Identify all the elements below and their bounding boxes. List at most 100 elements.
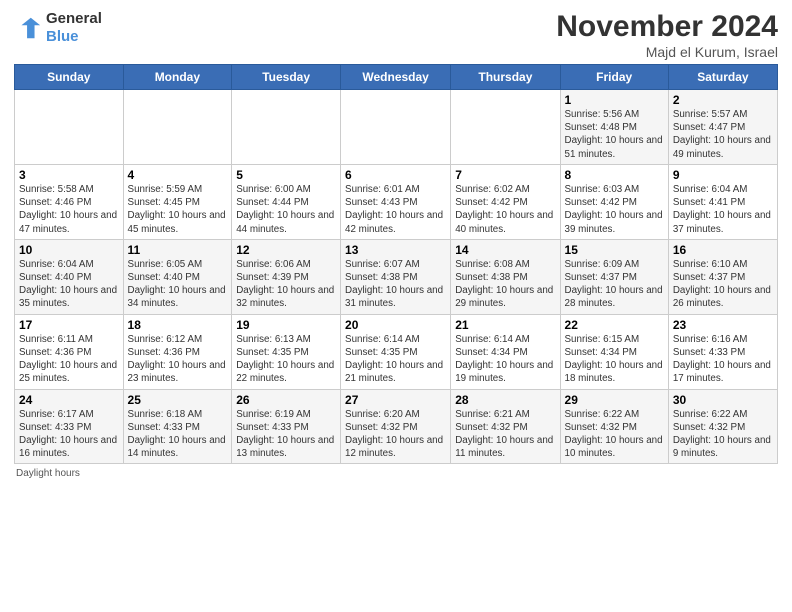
day-info: Sunrise: 6:14 AM Sunset: 4:35 PM Dayligh… bbox=[345, 333, 446, 386]
day-number: 18 bbox=[128, 318, 228, 332]
header-day-monday: Monday bbox=[123, 65, 232, 90]
header-day-friday: Friday bbox=[560, 65, 668, 90]
day-number: 4 bbox=[128, 168, 228, 182]
day-info: Sunrise: 6:22 AM Sunset: 4:32 PM Dayligh… bbox=[673, 408, 773, 461]
day-info: Sunrise: 6:18 AM Sunset: 4:33 PM Dayligh… bbox=[128, 408, 228, 461]
calendar-cell: 12Sunrise: 6:06 AM Sunset: 4:39 PM Dayli… bbox=[232, 239, 341, 314]
day-number: 9 bbox=[673, 168, 773, 182]
calendar-cell: 24Sunrise: 6:17 AM Sunset: 4:33 PM Dayli… bbox=[15, 389, 124, 464]
day-number: 24 bbox=[19, 393, 119, 407]
day-number: 10 bbox=[19, 243, 119, 257]
day-info: Sunrise: 5:58 AM Sunset: 4:46 PM Dayligh… bbox=[19, 183, 119, 236]
day-info: Sunrise: 6:14 AM Sunset: 4:34 PM Dayligh… bbox=[455, 333, 555, 386]
calendar-cell bbox=[15, 90, 124, 165]
calendar-cell bbox=[232, 90, 341, 165]
week-row-2: 3Sunrise: 5:58 AM Sunset: 4:46 PM Daylig… bbox=[15, 164, 778, 239]
day-info: Sunrise: 6:20 AM Sunset: 4:32 PM Dayligh… bbox=[345, 408, 446, 461]
week-row-1: 1Sunrise: 5:56 AM Sunset: 4:48 PM Daylig… bbox=[15, 90, 778, 165]
calendar-cell: 6Sunrise: 6:01 AM Sunset: 4:43 PM Daylig… bbox=[341, 164, 451, 239]
day-number: 13 bbox=[345, 243, 446, 257]
week-row-3: 10Sunrise: 6:04 AM Sunset: 4:40 PM Dayli… bbox=[15, 239, 778, 314]
day-info: Sunrise: 6:15 AM Sunset: 4:34 PM Dayligh… bbox=[565, 333, 664, 386]
day-number: 30 bbox=[673, 393, 773, 407]
day-number: 12 bbox=[236, 243, 336, 257]
day-number: 23 bbox=[673, 318, 773, 332]
calendar-cell: 23Sunrise: 6:16 AM Sunset: 4:33 PM Dayli… bbox=[668, 314, 777, 389]
day-info: Sunrise: 5:56 AM Sunset: 4:48 PM Dayligh… bbox=[565, 108, 664, 161]
week-row-4: 17Sunrise: 6:11 AM Sunset: 4:36 PM Dayli… bbox=[15, 314, 778, 389]
day-info: Sunrise: 6:16 AM Sunset: 4:33 PM Dayligh… bbox=[673, 333, 773, 386]
day-number: 17 bbox=[19, 318, 119, 332]
calendar-cell: 14Sunrise: 6:08 AM Sunset: 4:38 PM Dayli… bbox=[451, 239, 560, 314]
calendar-cell: 17Sunrise: 6:11 AM Sunset: 4:36 PM Dayli… bbox=[15, 314, 124, 389]
footer: Daylight hours bbox=[14, 468, 778, 479]
day-number: 2 bbox=[673, 93, 773, 107]
day-info: Sunrise: 6:12 AM Sunset: 4:36 PM Dayligh… bbox=[128, 333, 228, 386]
day-info: Sunrise: 6:06 AM Sunset: 4:39 PM Dayligh… bbox=[236, 258, 336, 311]
calendar-header: SundayMondayTuesdayWednesdayThursdayFrid… bbox=[15, 65, 778, 90]
day-number: 28 bbox=[455, 393, 555, 407]
month-title: November 2024 bbox=[556, 10, 778, 44]
day-number: 25 bbox=[128, 393, 228, 407]
day-number: 22 bbox=[565, 318, 664, 332]
calendar-cell: 30Sunrise: 6:22 AM Sunset: 4:32 PM Dayli… bbox=[668, 389, 777, 464]
calendar-cell: 21Sunrise: 6:14 AM Sunset: 4:34 PM Dayli… bbox=[451, 314, 560, 389]
day-number: 7 bbox=[455, 168, 555, 182]
day-number: 21 bbox=[455, 318, 555, 332]
header-day-saturday: Saturday bbox=[668, 65, 777, 90]
day-number: 19 bbox=[236, 318, 336, 332]
calendar-cell bbox=[341, 90, 451, 165]
day-number: 5 bbox=[236, 168, 336, 182]
title-block: November 2024 Majd el Kurum, Israel bbox=[556, 10, 778, 60]
page-container: General Blue November 2024 Majd el Kurum… bbox=[0, 0, 792, 489]
calendar-cell: 4Sunrise: 5:59 AM Sunset: 4:45 PM Daylig… bbox=[123, 164, 232, 239]
calendar-cell: 27Sunrise: 6:20 AM Sunset: 4:32 PM Dayli… bbox=[341, 389, 451, 464]
day-number: 14 bbox=[455, 243, 555, 257]
day-info: Sunrise: 6:11 AM Sunset: 4:36 PM Dayligh… bbox=[19, 333, 119, 386]
day-info: Sunrise: 6:17 AM Sunset: 4:33 PM Dayligh… bbox=[19, 408, 119, 461]
calendar-cell: 5Sunrise: 6:00 AM Sunset: 4:44 PM Daylig… bbox=[232, 164, 341, 239]
day-info: Sunrise: 6:22 AM Sunset: 4:32 PM Dayligh… bbox=[565, 408, 664, 461]
day-number: 20 bbox=[345, 318, 446, 332]
day-number: 11 bbox=[128, 243, 228, 257]
calendar-cell: 11Sunrise: 6:05 AM Sunset: 4:40 PM Dayli… bbox=[123, 239, 232, 314]
logo-icon bbox=[14, 14, 42, 42]
calendar-cell: 26Sunrise: 6:19 AM Sunset: 4:33 PM Dayli… bbox=[232, 389, 341, 464]
calendar-cell: 9Sunrise: 6:04 AM Sunset: 4:41 PM Daylig… bbox=[668, 164, 777, 239]
calendar-cell: 18Sunrise: 6:12 AM Sunset: 4:36 PM Dayli… bbox=[123, 314, 232, 389]
calendar-cell: 10Sunrise: 6:04 AM Sunset: 4:40 PM Dayli… bbox=[15, 239, 124, 314]
calendar-cell: 8Sunrise: 6:03 AM Sunset: 4:42 PM Daylig… bbox=[560, 164, 668, 239]
calendar-cell: 7Sunrise: 6:02 AM Sunset: 4:42 PM Daylig… bbox=[451, 164, 560, 239]
calendar-cell: 13Sunrise: 6:07 AM Sunset: 4:38 PM Dayli… bbox=[341, 239, 451, 314]
logo-text: General Blue bbox=[46, 10, 102, 46]
day-info: Sunrise: 6:04 AM Sunset: 4:41 PM Dayligh… bbox=[673, 183, 773, 236]
calendar-cell: 20Sunrise: 6:14 AM Sunset: 4:35 PM Dayli… bbox=[341, 314, 451, 389]
calendar-cell: 15Sunrise: 6:09 AM Sunset: 4:37 PM Dayli… bbox=[560, 239, 668, 314]
calendar-cell: 28Sunrise: 6:21 AM Sunset: 4:32 PM Dayli… bbox=[451, 389, 560, 464]
day-number: 27 bbox=[345, 393, 446, 407]
day-info: Sunrise: 6:09 AM Sunset: 4:37 PM Dayligh… bbox=[565, 258, 664, 311]
calendar-cell: 1Sunrise: 5:56 AM Sunset: 4:48 PM Daylig… bbox=[560, 90, 668, 165]
day-info: Sunrise: 6:05 AM Sunset: 4:40 PM Dayligh… bbox=[128, 258, 228, 311]
calendar-cell: 29Sunrise: 6:22 AM Sunset: 4:32 PM Dayli… bbox=[560, 389, 668, 464]
calendar-cell: 19Sunrise: 6:13 AM Sunset: 4:35 PM Dayli… bbox=[232, 314, 341, 389]
calendar-cell bbox=[123, 90, 232, 165]
calendar-cell: 3Sunrise: 5:58 AM Sunset: 4:46 PM Daylig… bbox=[15, 164, 124, 239]
day-info: Sunrise: 6:07 AM Sunset: 4:38 PM Dayligh… bbox=[345, 258, 446, 311]
day-info: Sunrise: 5:57 AM Sunset: 4:47 PM Dayligh… bbox=[673, 108, 773, 161]
day-number: 15 bbox=[565, 243, 664, 257]
day-info: Sunrise: 6:02 AM Sunset: 4:42 PM Dayligh… bbox=[455, 183, 555, 236]
day-number: 1 bbox=[565, 93, 664, 107]
header-day-sunday: Sunday bbox=[15, 65, 124, 90]
day-info: Sunrise: 6:04 AM Sunset: 4:40 PM Dayligh… bbox=[19, 258, 119, 311]
calendar-cell: 16Sunrise: 6:10 AM Sunset: 4:37 PM Dayli… bbox=[668, 239, 777, 314]
calendar-table: SundayMondayTuesdayWednesdayThursdayFrid… bbox=[14, 64, 778, 464]
day-info: Sunrise: 6:13 AM Sunset: 4:35 PM Dayligh… bbox=[236, 333, 336, 386]
day-info: Sunrise: 6:00 AM Sunset: 4:44 PM Dayligh… bbox=[236, 183, 336, 236]
day-info: Sunrise: 6:03 AM Sunset: 4:42 PM Dayligh… bbox=[565, 183, 664, 236]
header-day-thursday: Thursday bbox=[451, 65, 560, 90]
week-row-5: 24Sunrise: 6:17 AM Sunset: 4:33 PM Dayli… bbox=[15, 389, 778, 464]
day-info: Sunrise: 5:59 AM Sunset: 4:45 PM Dayligh… bbox=[128, 183, 228, 236]
day-number: 16 bbox=[673, 243, 773, 257]
logo: General Blue bbox=[14, 10, 102, 46]
